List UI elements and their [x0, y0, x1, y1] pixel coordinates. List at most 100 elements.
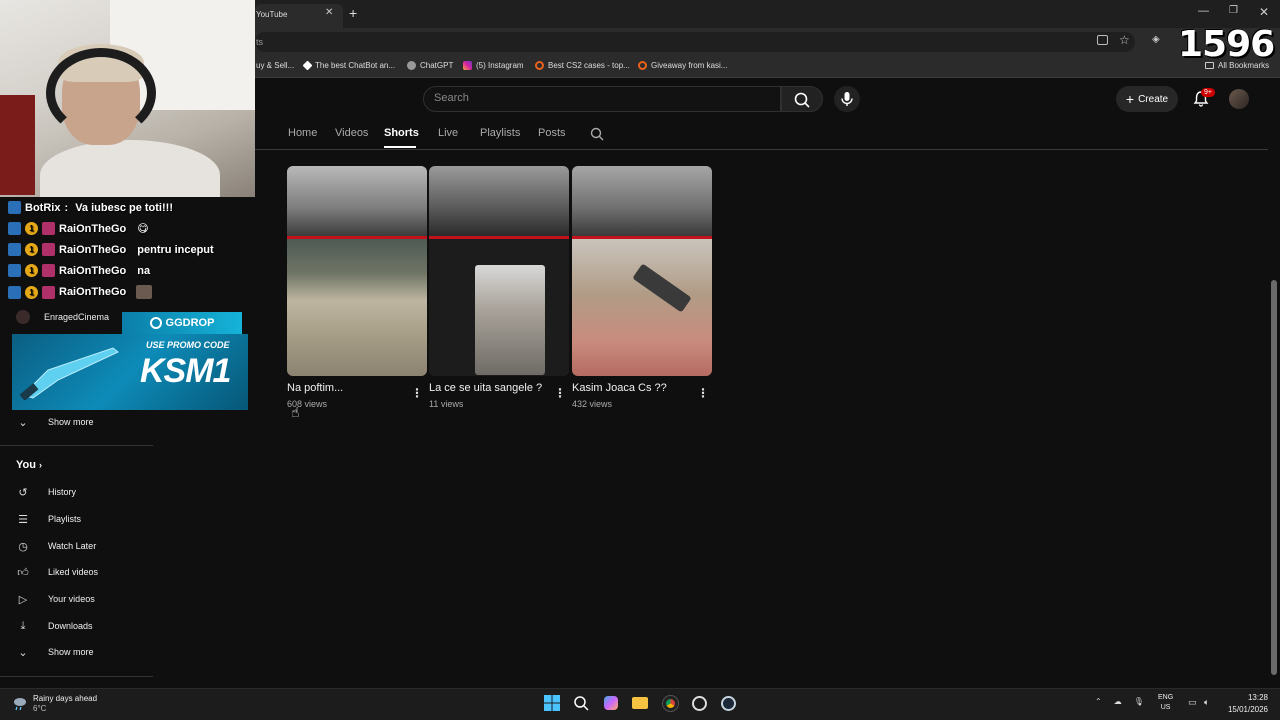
- chat-user: RaiOnTheGo: [59, 222, 127, 235]
- webcam-person-body: [40, 140, 220, 197]
- mouse-cursor-icon: ☝: [291, 404, 300, 420]
- sidebar-item-label: Watch Later: [48, 541, 97, 551]
- file-explorer-button[interactable]: [631, 694, 649, 712]
- obs-button[interactable]: [690, 694, 708, 712]
- short-thumbnail[interactable]: [572, 166, 712, 376]
- sidebar-divider: [0, 445, 153, 446]
- install-app-icon[interactable]: [1097, 35, 1108, 45]
- bookmark-label: ChatGPT: [420, 61, 454, 70]
- create-button[interactable]: + Create: [1116, 86, 1178, 112]
- steam-button[interactable]: [719, 694, 737, 712]
- thumbnail-gameplay: [572, 239, 712, 376]
- tab-close-icon[interactable]: ✕: [325, 7, 333, 18]
- short-more-icon[interactable]: ⋮: [697, 386, 709, 400]
- sidebar-item-history[interactable]: ↺ History: [16, 482, 76, 502]
- omnibox[interactable]: [255, 32, 1135, 52]
- bookmark-label: Giveaway from kasi...: [651, 61, 728, 70]
- minimize-icon[interactable]: —: [1198, 5, 1209, 17]
- clock-time[interactable]: 13:28: [1224, 693, 1268, 702]
- short-more-icon[interactable]: ⋮: [411, 386, 423, 400]
- sidebar-item-downloads[interactable]: ⤓ Downloads: [16, 616, 93, 636]
- bookmark-label: uy & Sell...: [256, 61, 295, 70]
- short-card[interactable]: La ce se uita sangele ? 11 views: [429, 166, 569, 409]
- sidebar-show-more-you[interactable]: ⌄ Show more: [16, 642, 93, 662]
- bookmark-item[interactable]: Best CS2 cases - top...: [535, 61, 630, 70]
- channel-search-icon[interactable]: [590, 127, 604, 141]
- clock-date[interactable]: 15/01/2026: [1224, 705, 1268, 714]
- bookmark-item[interactable]: Giveaway from kasi...: [638, 61, 727, 70]
- tab-title: YouTube: [256, 10, 288, 19]
- account-avatar[interactable]: [1229, 89, 1249, 109]
- microphone-icon[interactable]: 🎙︎: [1134, 697, 1144, 706]
- ggdrop-brand-bar: GGDROP: [122, 312, 242, 334]
- volume-icon[interactable]: 🔈︎: [1204, 697, 1209, 708]
- sidebar-item-your-videos[interactable]: ▷ Your videos: [16, 589, 95, 609]
- close-window-icon[interactable]: ✕: [1259, 5, 1269, 19]
- copilot-button[interactable]: [602, 694, 620, 712]
- chat-user: BotRix: [25, 201, 61, 214]
- bookmark-star-icon[interactable]: ☆: [1119, 33, 1130, 47]
- taskbar-search-button[interactable]: [572, 694, 590, 712]
- short-thumbnail[interactable]: [429, 166, 569, 376]
- copilot-icon: [604, 696, 618, 710]
- gifter-badge-icon: [42, 243, 55, 256]
- weather-title[interactable]: Rainy days ahead: [33, 694, 97, 703]
- bookmark-item[interactable]: ChatGPT: [407, 61, 453, 70]
- tab-shorts[interactable]: Shorts: [384, 127, 419, 139]
- chatgpt-icon: [407, 61, 416, 70]
- search-button[interactable]: [781, 86, 823, 112]
- tab-playlists[interactable]: Playlists: [480, 127, 520, 139]
- tab-posts[interactable]: Posts: [538, 127, 566, 139]
- folder-icon: [632, 697, 648, 709]
- sidebar-show-more-subscriptions[interactable]: ⌄ Show more: [16, 412, 93, 432]
- tab-videos[interactable]: Videos: [335, 127, 368, 139]
- sidebar-item-liked-videos[interactable]: 👍︎ Liked videos: [16, 562, 98, 582]
- short-more-icon[interactable]: ⋮: [554, 386, 566, 400]
- sidebar-item-playlists[interactable]: ☰ Playlists: [16, 509, 81, 529]
- omnibox-url[interactable]: ts: [256, 37, 263, 47]
- search-icon: [794, 92, 810, 108]
- onedrive-icon[interactable]: ☁: [1114, 697, 1122, 706]
- maximize-icon[interactable]: ❐: [1229, 5, 1238, 16]
- tabs-divider: [255, 149, 1270, 150]
- language-indicator[interactable]: ENG US: [1158, 693, 1173, 713]
- tab-home[interactable]: Home: [288, 127, 317, 139]
- extension-icon[interactable]: ◈: [1152, 34, 1160, 45]
- scrollbar-thumb[interactable]: [1271, 280, 1277, 675]
- lang-code: ENG: [1158, 694, 1174, 701]
- short-title[interactable]: Kasim Joaca Cs ??: [572, 382, 712, 394]
- mod-badge-icon: [8, 264, 21, 277]
- short-title[interactable]: Na poftim...: [287, 382, 427, 394]
- short-card[interactable]: Na poftim... 608 views: [287, 166, 427, 409]
- instagram-icon: [463, 61, 472, 70]
- sub-badge-icon: 1: [25, 264, 38, 277]
- new-tab-button[interactable]: +: [349, 5, 357, 21]
- start-button[interactable]: [543, 694, 561, 712]
- lang-region: US: [1160, 704, 1171, 711]
- chat-message: 1 RaiOnTheGo pentru inceput: [8, 243, 214, 256]
- system-tray: ⌃ ☁ 🎙︎: [1095, 697, 1144, 706]
- chat-text: Va iubesc pe toti!!!: [75, 201, 173, 214]
- voice-search-button[interactable]: [834, 86, 860, 112]
- sidebar-you-heading[interactable]: You ›: [16, 459, 42, 471]
- search-input[interactable]: [423, 86, 781, 112]
- gifter-badge-icon: [42, 285, 55, 299]
- chrome-button[interactable]: [661, 694, 679, 712]
- short-title[interactable]: La ce se uita sangele ?: [429, 382, 569, 394]
- tray-overflow-icon[interactable]: ⌃: [1095, 697, 1102, 706]
- short-card[interactable]: Kasim Joaca Cs ?? 432 views: [572, 166, 712, 409]
- tab-live[interactable]: Live: [438, 127, 458, 139]
- your-videos-icon: ▷: [18, 593, 28, 606]
- sidebar-item-watch-later[interactable]: ◷ Watch Later: [16, 536, 96, 556]
- mod-badge-icon: [8, 285, 21, 299]
- short-thumbnail[interactable]: [287, 166, 427, 376]
- chevron-down-icon: ⌄: [18, 646, 28, 659]
- sidebar-item-label: Your videos: [48, 594, 95, 604]
- network-icon[interactable]: ▭: [1188, 697, 1197, 708]
- sidebar-subscription-item[interactable]: EnragedCinema: [16, 310, 109, 324]
- bookmark-item[interactable]: The best ChatBot an...: [302, 60, 395, 71]
- chrome-icon: [662, 695, 678, 711]
- bookmark-item[interactable]: uy & Sell...: [256, 61, 294, 70]
- weather-rain-icon[interactable]: [12, 695, 28, 711]
- bookmark-item[interactable]: (5) Instagram: [463, 61, 524, 70]
